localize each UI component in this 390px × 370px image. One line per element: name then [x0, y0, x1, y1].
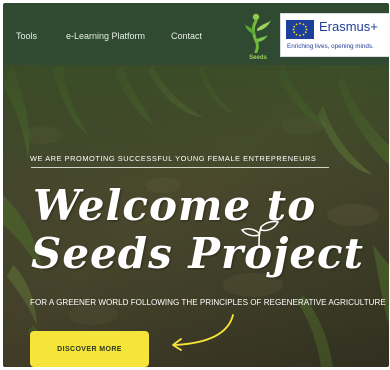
seedling-person-icon: [245, 13, 271, 54]
hero-eyebrow: WE ARE PROMOTING SUCCESSFUL YOUNG FEMALE…: [30, 154, 317, 163]
discover-more-button[interactable]: DISCOVER MORE: [30, 331, 149, 367]
erasmus-logo[interactable]: Erasmus+ Enriching lives, opening minds.: [280, 13, 389, 57]
site-header: Tools e-Learning Platform Contact Seeds: [3, 3, 389, 65]
hero-section: WE ARE PROMOTING SUCCESSFUL YOUNG FEMALE…: [3, 65, 389, 367]
nav-item-tools[interactable]: Tools: [16, 31, 37, 41]
nav-item-e-learning-platform[interactable]: e-Learning Platform: [66, 31, 145, 41]
erasmus-name: Erasmus+: [319, 19, 378, 34]
hero-subtitle: FOR A GREENER WORLD FOLLOWING THE PRINCI…: [30, 298, 386, 307]
eyebrow-divider: [31, 167, 329, 168]
erasmus-tagline: Enriching lives, opening minds.: [287, 43, 374, 50]
nav-item-contact[interactable]: Contact: [171, 31, 202, 41]
seeds-logo[interactable]: Seeds: [242, 11, 274, 61]
seeds-logo-text: Seeds: [249, 55, 267, 61]
eu-flag-icon: [286, 20, 314, 39]
hero-title-line-2: Seeds Project: [31, 229, 365, 278]
page: Tools e-Learning Platform Contact Seeds: [3, 3, 389, 367]
leaf-sprout-icon: [240, 220, 279, 248]
curved-arrow-icon: [172, 314, 234, 351]
